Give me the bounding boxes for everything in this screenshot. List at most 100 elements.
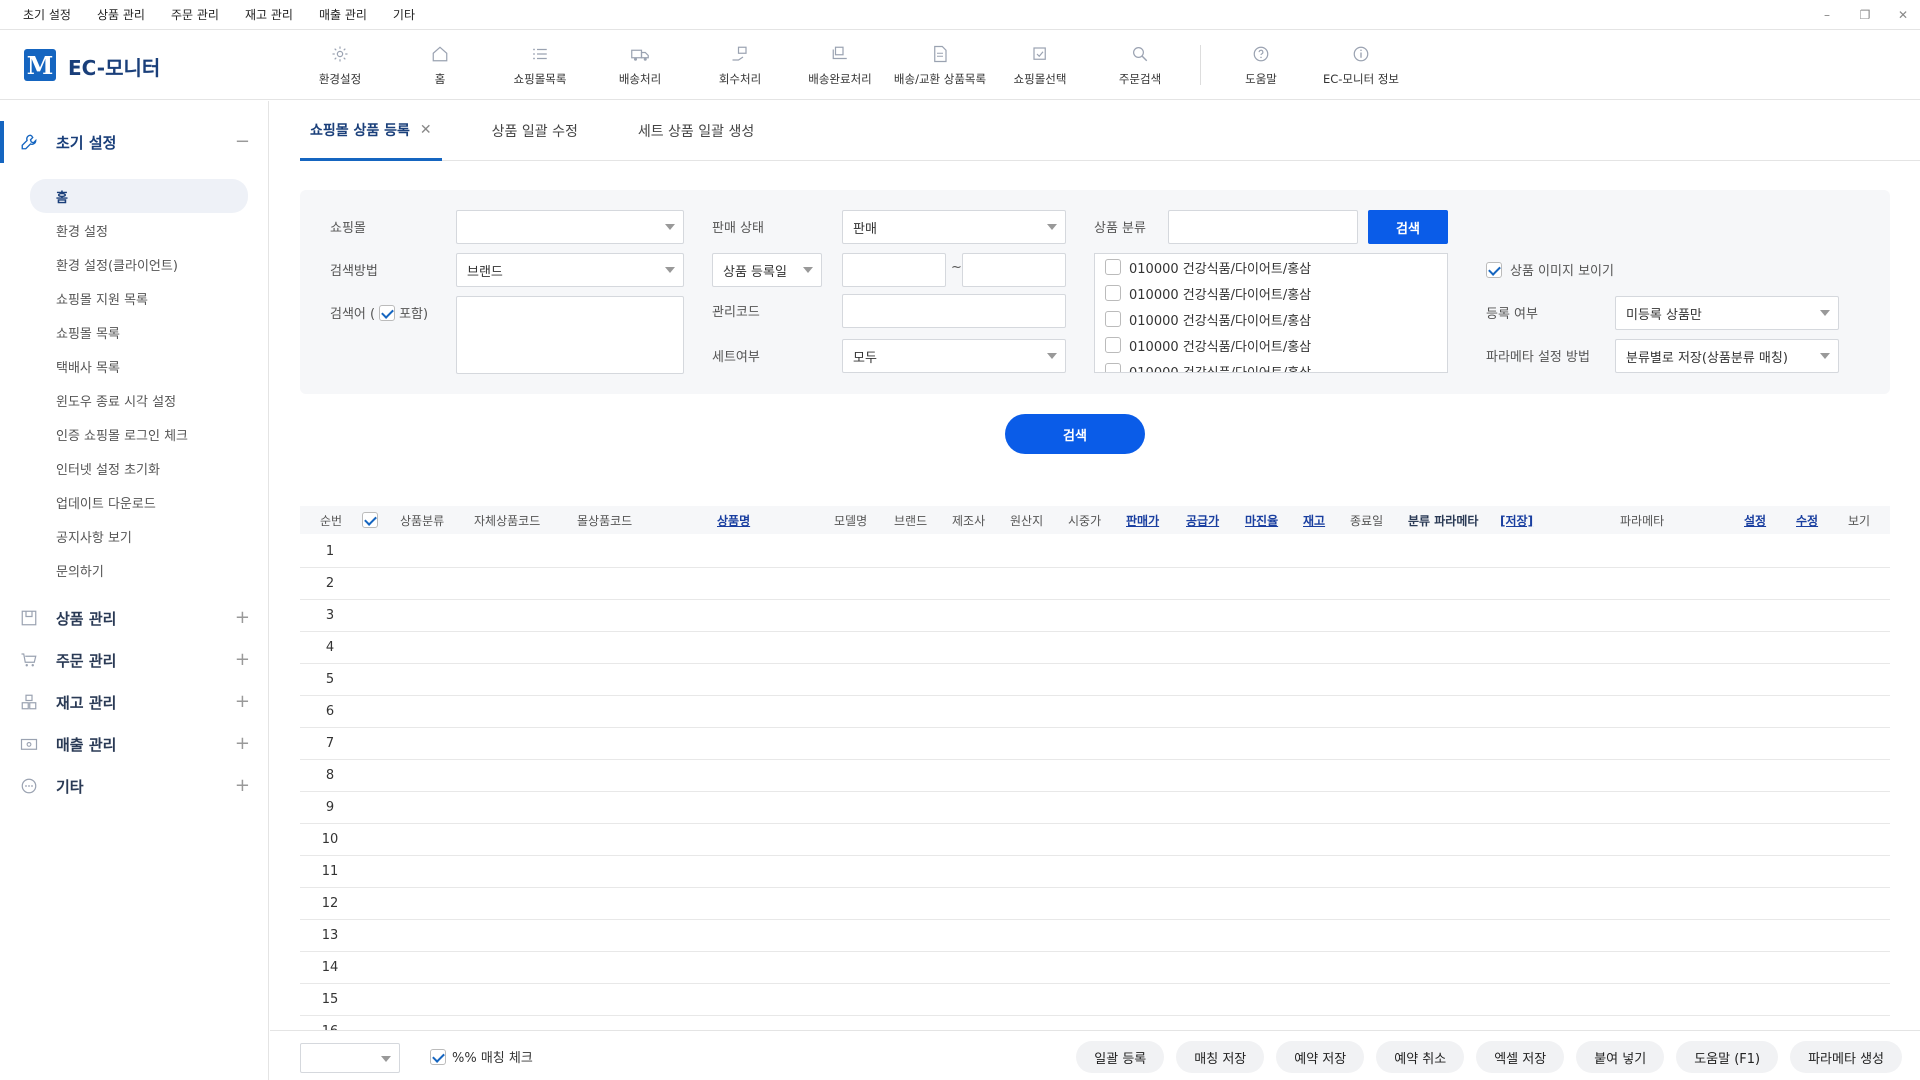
menu-stock-management[interactable]: 재고 관리 bbox=[245, 6, 293, 23]
category-checkbox[interactable] bbox=[1105, 259, 1121, 275]
tool-shipping[interactable]: 배송처리 bbox=[590, 30, 690, 100]
param-generate-button[interactable]: 파라메타 생성 bbox=[1790, 1041, 1902, 1073]
sidebar-item-mall-list[interactable]: 쇼핑몰 목록 bbox=[0, 315, 268, 349]
table-row[interactable]: 6 bbox=[300, 696, 1890, 728]
tool-home[interactable]: 홈 bbox=[390, 30, 490, 100]
sidebar-item-update-download[interactable]: 업데이트 다운로드 bbox=[0, 485, 268, 519]
list-item[interactable]: 010000 건강식품/다이어트/홍삼 bbox=[1095, 332, 1447, 358]
category-list[interactable]: 010000 건강식품/다이어트/홍삼 010000 건강식품/다이어트/홍삼 … bbox=[1094, 253, 1448, 373]
tool-mall-select[interactable]: 쇼핑몰선택 bbox=[990, 30, 1090, 100]
sidebar-item-shutdown-time[interactable]: 윈도우 종료 시각 설정 bbox=[0, 383, 268, 417]
excel-save-button[interactable]: 엑셀 저장 bbox=[1476, 1041, 1565, 1073]
tool-return[interactable]: 회수처리 bbox=[690, 30, 790, 100]
column-header-view[interactable]: 보기 bbox=[1848, 506, 1870, 534]
table-row[interactable]: 10 bbox=[300, 824, 1890, 856]
list-item[interactable]: 010000 건강식품/다이어트/홍삼 bbox=[1095, 358, 1447, 372]
management-code-input[interactable] bbox=[842, 294, 1066, 328]
sidebar-section-stock[interactable]: 재고 관리 + bbox=[0, 681, 268, 723]
help-button[interactable]: 도움말 (F1) bbox=[1676, 1041, 1779, 1073]
table-row[interactable]: 7 bbox=[300, 728, 1890, 760]
expand-toggle[interactable]: + bbox=[235, 691, 250, 712]
column-header-category[interactable]: 상품분류 bbox=[400, 506, 444, 534]
column-header-category-param[interactable]: 분류 파라메타 bbox=[1408, 506, 1478, 534]
tab-mall-product-register[interactable]: 쇼핑몰 상품 등록 ✕ bbox=[300, 101, 442, 161]
column-header-select-all[interactable] bbox=[362, 506, 378, 534]
mall-select[interactable] bbox=[456, 210, 684, 244]
column-header-index[interactable]: 순번 bbox=[320, 506, 342, 534]
column-header-stock[interactable]: 재고 bbox=[1303, 506, 1325, 534]
column-header-end-date[interactable]: 종료일 bbox=[1350, 506, 1383, 534]
category-checkbox[interactable] bbox=[1105, 311, 1121, 327]
expand-toggle[interactable]: + bbox=[235, 775, 250, 796]
date-type-select[interactable]: 상품 등록일 bbox=[712, 253, 822, 287]
table-row[interactable]: 4 bbox=[300, 632, 1890, 664]
matching-save-button[interactable]: 매칭 저장 bbox=[1176, 1041, 1265, 1073]
tool-help[interactable]: 도움말 bbox=[1211, 30, 1311, 100]
reserve-cancel-button[interactable]: 예약 취소 bbox=[1376, 1041, 1465, 1073]
tool-order-search[interactable]: 주문검색 bbox=[1090, 30, 1190, 100]
table-row[interactable]: 8 bbox=[300, 760, 1890, 792]
register-status-select[interactable]: 미등록 상품만 bbox=[1615, 296, 1839, 330]
search-button[interactable]: 검색 bbox=[1005, 414, 1145, 454]
tab-set-bulk-create[interactable]: 세트 상품 일괄 생성 bbox=[628, 101, 764, 161]
keyword-textarea[interactable] bbox=[456, 296, 684, 374]
tool-delivery-done[interactable]: 배송완료처리 bbox=[790, 30, 890, 100]
minimize-button[interactable]: – bbox=[1820, 8, 1834, 22]
category-checkbox[interactable] bbox=[1105, 337, 1121, 353]
sidebar-item-login-check[interactable]: 인증 쇼핑몰 로그인 체크 bbox=[0, 417, 268, 451]
table-row[interactable]: 16 bbox=[300, 1016, 1890, 1030]
table-row[interactable]: 9 bbox=[300, 792, 1890, 824]
sidebar-item-supported-malls[interactable]: 쇼핑몰 지원 목록 bbox=[0, 281, 268, 315]
column-header-own-code[interactable]: 자체상품코드 bbox=[474, 506, 540, 534]
tool-exchange-list[interactable]: 배송/교환 상품목록 bbox=[890, 30, 990, 100]
column-header-market-price[interactable]: 시중가 bbox=[1068, 506, 1101, 534]
column-header-mall-code[interactable]: 몰상품코드 bbox=[577, 506, 632, 534]
sidebar-section-etc[interactable]: 기타 + bbox=[0, 765, 268, 807]
expand-toggle[interactable]: + bbox=[235, 649, 250, 670]
tool-settings[interactable]: 환경설정 bbox=[290, 30, 390, 100]
param-method-select[interactable]: 분류별로 저장(상품분류 매칭) bbox=[1615, 339, 1839, 373]
category-input[interactable] bbox=[1168, 210, 1358, 244]
close-window-button[interactable]: ✕ bbox=[1896, 8, 1910, 22]
table-row[interactable]: 11 bbox=[300, 856, 1890, 888]
menu-product-management[interactable]: 상품 관리 bbox=[97, 6, 145, 23]
paste-button[interactable]: 붙여 넣기 bbox=[1576, 1041, 1665, 1073]
select-all-checkbox[interactable] bbox=[362, 512, 378, 528]
restore-button[interactable]: ❐ bbox=[1858, 8, 1872, 22]
column-header-config[interactable]: 설정 bbox=[1744, 506, 1766, 534]
menu-sales-management[interactable]: 매출 관리 bbox=[319, 6, 367, 23]
table-row[interactable]: 15 bbox=[300, 984, 1890, 1016]
column-header-model[interactable]: 모델명 bbox=[834, 506, 867, 534]
tab-bulk-edit[interactable]: 상품 일괄 수정 bbox=[482, 101, 588, 161]
reserve-save-button[interactable]: 예약 저장 bbox=[1276, 1041, 1365, 1073]
list-item[interactable]: 010000 건강식품/다이어트/홍삼 bbox=[1095, 280, 1447, 306]
sidebar-section-product[interactable]: 상품 관리 + bbox=[0, 597, 268, 639]
list-item[interactable]: 010000 건강식품/다이어트/홍삼 bbox=[1095, 306, 1447, 332]
sidebar-item-courier-list[interactable]: 택배사 목록 bbox=[0, 349, 268, 383]
menu-initial-setup[interactable]: 초기 설정 bbox=[23, 6, 71, 23]
set-type-select[interactable]: 모두 bbox=[842, 339, 1066, 373]
sidebar-item-client-settings[interactable]: 환경 설정(클라이언트) bbox=[0, 247, 268, 281]
sidebar-item-inquiry[interactable]: 문의하기 bbox=[0, 553, 268, 587]
sidebar-item-settings[interactable]: 환경 설정 bbox=[0, 213, 268, 247]
sale-status-select[interactable]: 판매 bbox=[842, 210, 1066, 244]
date-from-input[interactable] bbox=[842, 253, 946, 287]
show-image-checkbox[interactable] bbox=[1486, 261, 1502, 278]
sidebar-section-sales[interactable]: 매출 관리 + bbox=[0, 723, 268, 765]
list-item[interactable]: 010000 건강식품/다이어트/홍삼 bbox=[1095, 254, 1447, 280]
table-row[interactable]: 1 bbox=[300, 536, 1890, 568]
column-header-supply-price[interactable]: 공급가 bbox=[1186, 506, 1219, 534]
column-header-save[interactable]: [저장] bbox=[1500, 506, 1533, 534]
keyword-include-checkbox[interactable] bbox=[379, 304, 396, 321]
sidebar-section-initial-setup[interactable]: 초기 설정 − bbox=[0, 121, 268, 163]
category-checkbox[interactable] bbox=[1105, 285, 1121, 301]
expand-toggle[interactable]: + bbox=[235, 607, 250, 628]
sidebar-item-home[interactable]: 홈 bbox=[30, 179, 248, 213]
close-icon[interactable]: ✕ bbox=[420, 122, 432, 138]
column-header-product-name[interactable]: 상품명 bbox=[717, 506, 750, 534]
date-to-input[interactable] bbox=[962, 253, 1066, 287]
sidebar-section-order[interactable]: 주문 관리 + bbox=[0, 639, 268, 681]
table-row[interactable]: 13 bbox=[300, 920, 1890, 952]
tool-info[interactable]: EC-모니터 정보 bbox=[1311, 30, 1411, 100]
column-header-edit[interactable]: 수정 bbox=[1796, 506, 1818, 534]
